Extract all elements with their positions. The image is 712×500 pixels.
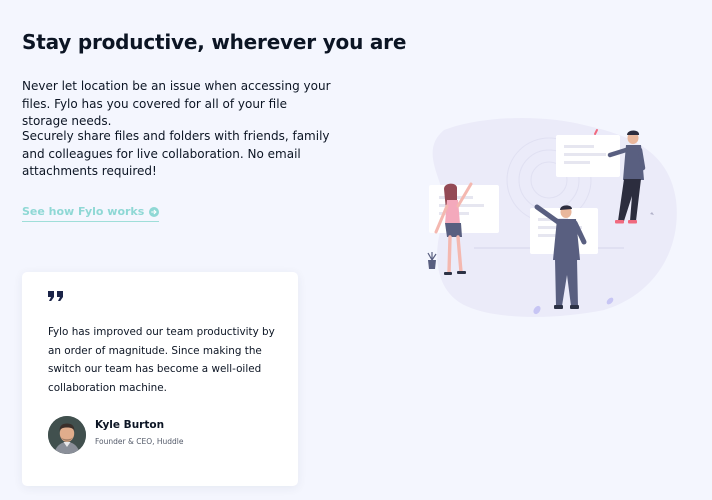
author-role: Founder & CEO, Huddle — [95, 437, 184, 446]
testimonial-quote: Fylo has improved our team productivity … — [48, 326, 275, 394]
arrow-right-circle-icon — [149, 206, 160, 217]
author-name: Kyle Burton — [95, 419, 165, 431]
avatar — [48, 416, 86, 454]
collaboration-illustration — [427, 118, 677, 317]
testimonial-card: Fylo has improved our team productivity … — [22, 272, 298, 486]
intro-paragraph: Never let location be an issue when acce… — [22, 79, 331, 128]
sharing-paragraph: Securely share files and folders with fr… — [22, 129, 330, 178]
section-heading: Stay productive, wherever you are — [22, 30, 407, 54]
quote-icon — [48, 291, 63, 301]
cta-label: See how Fylo works — [22, 205, 145, 218]
plant-pot — [427, 252, 437, 269]
see-how-fylo-works-link[interactable]: See how Fylo works — [22, 205, 160, 222]
